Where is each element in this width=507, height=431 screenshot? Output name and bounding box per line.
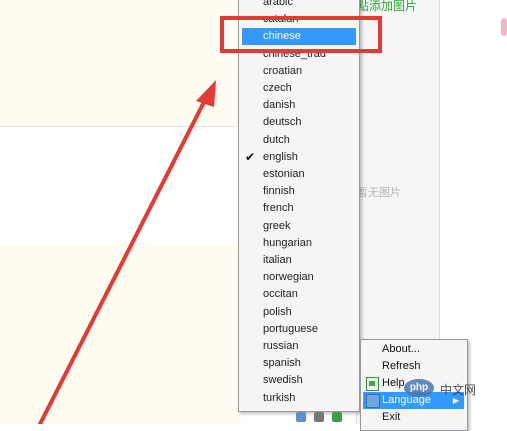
language-option-label: arabic <box>263 0 293 8</box>
annotation-highlight-box <box>220 16 382 53</box>
content-panel-top <box>0 0 241 126</box>
no-image-placeholder: 暂无图片 <box>357 186 401 199</box>
language-option-label: swedish <box>263 374 303 387</box>
language-option[interactable]: italian <box>242 252 356 269</box>
language-option-label: russian <box>263 340 299 352</box>
language-option[interactable]: russian <box>242 338 356 355</box>
language-option[interactable]: hungarian <box>242 235 356 252</box>
language-option[interactable]: estonian <box>242 166 356 183</box>
language-option[interactable]: occitan <box>242 286 356 303</box>
language-option[interactable]: danish <box>242 97 356 114</box>
language-option-label: greek <box>263 219 291 232</box>
language-option[interactable]: spanish <box>242 355 356 372</box>
tray-icons <box>296 412 360 424</box>
language-icon <box>366 394 380 408</box>
language-option[interactable]: turkish <box>242 390 356 407</box>
language-option-label: occitan <box>263 288 298 301</box>
language-option[interactable]: croatian <box>242 63 356 80</box>
language-option[interactable]: greek <box>242 218 356 235</box>
language-option-label: english <box>263 150 298 163</box>
language-option[interactable]: ✔ english <box>242 149 356 166</box>
language-option-label: norwegian <box>263 271 314 284</box>
tray-globe-icon[interactable] <box>296 412 306 422</box>
language-option-label: hungarian <box>263 236 312 249</box>
menu-item-refresh[interactable]: Refresh <box>363 358 464 375</box>
language-option[interactable]: swedish <box>242 372 356 389</box>
language-option-label: danish <box>263 99 296 112</box>
language-option[interactable]: french <box>242 200 356 217</box>
language-option[interactable]: polish <box>242 304 356 321</box>
language-option[interactable]: norwegian <box>242 269 356 286</box>
menu-item-exit-label: Exit <box>382 411 401 423</box>
content-panel-bottom <box>0 242 241 424</box>
menu-item-exit[interactable]: Exit <box>363 409 464 426</box>
language-option[interactable]: portuguese <box>242 321 356 338</box>
content-panel-middle <box>0 126 241 244</box>
menu-item-about-label: About... <box>382 343 420 355</box>
language-option-label: french <box>263 202 294 215</box>
menu-item-about[interactable]: About... <box>363 341 464 358</box>
language-option-label: croatian <box>263 64 303 77</box>
language-option[interactable]: dutch <box>242 132 356 149</box>
tray-app-icon[interactable] <box>332 412 342 422</box>
menu-item-help-label: Help <box>382 377 405 389</box>
language-option-label: deutsch <box>263 116 302 129</box>
language-option-label: spanish <box>263 357 301 370</box>
language-option-label: turkish <box>263 391 296 404</box>
language-option-label: finnish <box>263 185 295 198</box>
help-icon <box>366 377 379 391</box>
php-logo: php <box>404 379 434 397</box>
checkmark-icon: ✔ <box>245 149 256 164</box>
watermark-site-text: 中文网 <box>440 383 477 397</box>
language-option[interactable]: arabic <box>242 0 356 11</box>
language-option-label: portuguese <box>263 322 319 335</box>
language-option-label: italian <box>263 254 292 266</box>
language-option[interactable]: czech <box>242 80 356 97</box>
menu-item-refresh-label: Refresh <box>382 360 421 372</box>
language-option-label: czech <box>263 82 292 94</box>
language-option-label: estonian <box>263 168 305 180</box>
tray-printer-icon[interactable] <box>314 412 324 422</box>
add-image-link[interactable]: 點添加图片 <box>357 0 417 14</box>
language-dropdown-menu: arabic catalan chinese chinese_trad croatian… <box>238 0 360 412</box>
language-option[interactable]: deutsch <box>242 114 356 131</box>
pink-edge-decoration <box>501 18 507 36</box>
language-option-label: polish <box>263 305 292 318</box>
language-option-label: dutch <box>263 133 290 146</box>
language-option[interactable]: finnish <box>242 183 356 200</box>
